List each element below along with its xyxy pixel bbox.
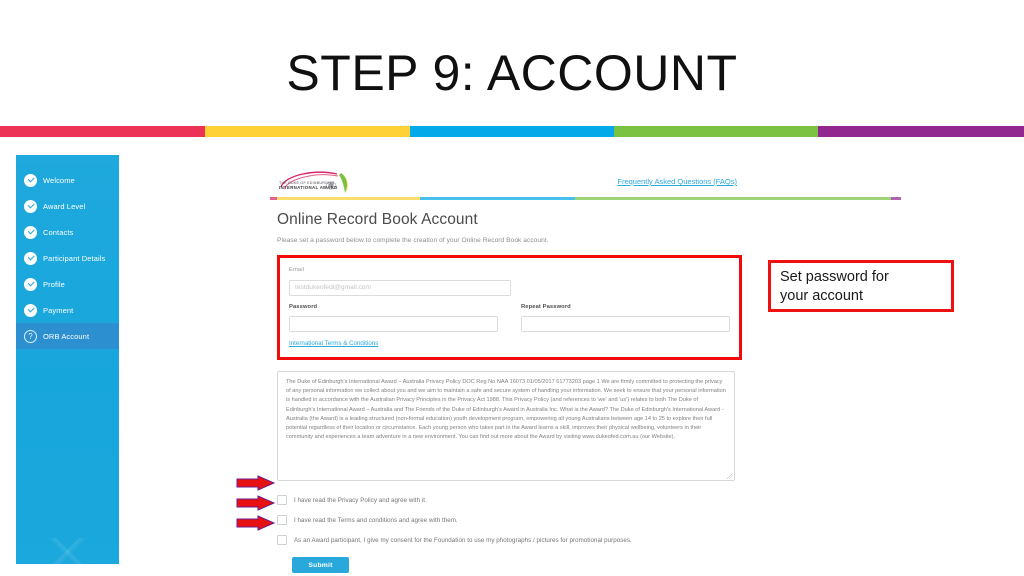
question-circle-icon bbox=[24, 329, 37, 343]
check-circle-icon bbox=[24, 303, 37, 317]
submit-button[interactable]: Submit bbox=[292, 557, 349, 573]
logo-line-2: INTERNATIONAL AWARD bbox=[279, 184, 338, 190]
password-label: Password bbox=[289, 303, 318, 310]
sidebar-item-orb-account[interactable]: ORB Account bbox=[16, 323, 119, 349]
checkbox-label: I have read the Terms and conditions and… bbox=[294, 516, 458, 524]
check-circle-icon bbox=[24, 173, 37, 187]
check-circle-icon bbox=[24, 277, 37, 291]
checkbox-label: I have read the Privacy Policy and agree… bbox=[294, 496, 427, 504]
page-title: STEP 9: ACCOUNT bbox=[286, 45, 738, 101]
sidebar-item-label: Contacts bbox=[43, 227, 74, 237]
check-circle-icon bbox=[24, 225, 37, 239]
sidebar-item-label: ORB Account bbox=[43, 331, 90, 341]
sidebar-item-profile[interactable]: Profile bbox=[16, 271, 119, 297]
decorative-rainbow-stripe bbox=[0, 126, 1024, 137]
sidebar-item-payment[interactable]: Payment bbox=[16, 297, 119, 323]
sidebar-item-contacts[interactable]: Contacts bbox=[16, 219, 119, 245]
inner-stripe-blue bbox=[420, 197, 575, 200]
repeat-password-field-group: Repeat Password bbox=[521, 303, 730, 332]
stripe-segment-blue bbox=[410, 126, 614, 137]
email-label: Email bbox=[289, 267, 304, 273]
duke-of-edinburgh-logo: THE DUKE OF EDINBURGH'S INTERNATIONAL AW… bbox=[275, 171, 367, 197]
repeat-password-input[interactable] bbox=[521, 316, 730, 332]
sidebar-item-label: Award Level bbox=[43, 201, 86, 211]
form-heading: Online Record Book Account bbox=[277, 211, 478, 228]
faq-link[interactable]: Frequently Asked Questions (FAQs) bbox=[617, 177, 737, 186]
sidebar-item-label: Profile bbox=[43, 279, 65, 289]
sidebar-item-label: Participant Details bbox=[43, 253, 106, 263]
inner-stripe-green bbox=[575, 197, 891, 200]
arrow-right-icon bbox=[236, 495, 276, 511]
check-circle-icon bbox=[24, 251, 37, 265]
checkbox-privacy-policy[interactable] bbox=[277, 495, 287, 505]
checkbox-row-terms[interactable]: I have read the Terms and conditions and… bbox=[277, 510, 897, 530]
credentials-highlight-box: Email Password Repeat Password Inte bbox=[277, 255, 742, 360]
check-circle-icon bbox=[24, 199, 37, 213]
email-input[interactable] bbox=[289, 279, 511, 296]
checkbox-row-photo-consent[interactable]: As an Award participant, I give my conse… bbox=[277, 530, 897, 550]
annotation-callout-box: Set password for your account bbox=[768, 260, 954, 312]
email-row: Email bbox=[289, 267, 730, 296]
checkbox-photo-consent[interactable] bbox=[277, 535, 287, 545]
callout-line-2: your account bbox=[780, 288, 864, 304]
form-subheading: Please set a password below to complete … bbox=[277, 237, 549, 244]
privacy-policy-textarea[interactable]: The Duke of Edinburgh's International Aw… bbox=[277, 371, 735, 481]
consent-checkbox-list: I have read the Privacy Policy and agree… bbox=[277, 490, 897, 550]
checkbox-terms[interactable] bbox=[277, 515, 287, 525]
password-input[interactable] bbox=[289, 316, 498, 332]
inner-rainbow-divider bbox=[270, 197, 901, 200]
arrow-right-icon bbox=[236, 515, 276, 531]
stripe-segment-yellow bbox=[205, 126, 410, 137]
sidebar-item-label: Payment bbox=[43, 305, 74, 315]
annotation-arrow-group bbox=[236, 475, 278, 531]
logo-wordmark: THE DUKE OF EDINBURGH'S INTERNATIONAL AW… bbox=[279, 181, 338, 190]
checkbox-row-privacy-policy[interactable]: I have read the Privacy Policy and agree… bbox=[277, 490, 897, 510]
arrow-right-icon bbox=[236, 475, 276, 491]
mountain-watermark-icon bbox=[16, 538, 119, 564]
inner-stripe-magenta bbox=[270, 197, 277, 200]
stripe-segment-purple bbox=[818, 126, 1024, 137]
password-field-group: Password bbox=[289, 303, 498, 332]
checkbox-label: As an Award participant, I give my conse… bbox=[294, 536, 632, 544]
callout-line-1: Set password for bbox=[780, 269, 889, 285]
stripe-segment-green bbox=[614, 126, 818, 137]
email-field-group: Email bbox=[289, 267, 511, 296]
site-header: THE DUKE OF EDINBURGH'S INTERNATIONAL AW… bbox=[119, 155, 750, 197]
international-terms-link[interactable]: International Terms & Conditions bbox=[289, 340, 378, 347]
stripe-segment-red bbox=[0, 126, 205, 137]
sidebar-item-label: Welcome bbox=[43, 175, 75, 185]
sidebar-item-welcome[interactable]: Welcome bbox=[16, 167, 119, 193]
inner-stripe-purple bbox=[891, 197, 901, 200]
embedded-screenshot: Welcome Award Level Contacts Participant… bbox=[0, 140, 1024, 576]
repeat-password-label: Repeat Password bbox=[521, 303, 571, 310]
password-row: Password Repeat Password bbox=[289, 303, 730, 332]
registration-progress-sidebar: Welcome Award Level Contacts Participant… bbox=[16, 155, 119, 564]
inner-stripe-yellow bbox=[277, 197, 420, 200]
sidebar-item-award-level[interactable]: Award Level bbox=[16, 193, 119, 219]
sidebar-item-participant-details[interactable]: Participant Details bbox=[16, 245, 119, 271]
